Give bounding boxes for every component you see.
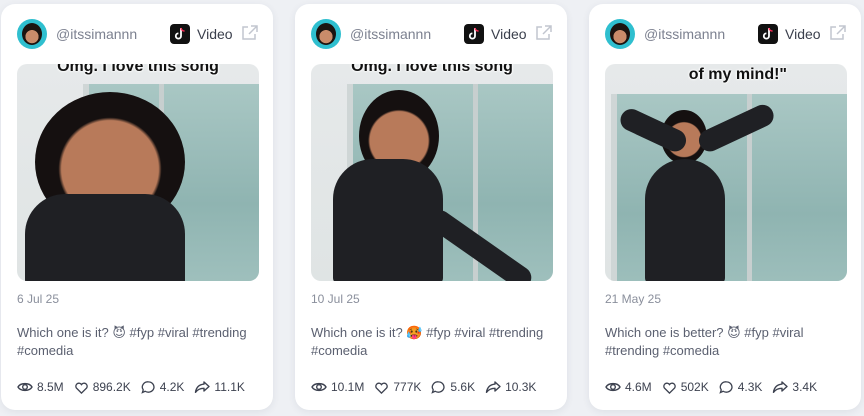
video-card[interactable]: @itssimannn Video Omg. I love this song … xyxy=(295,4,567,410)
comments-stat: 5.6K xyxy=(431,380,475,395)
platform-label: Video xyxy=(197,26,233,42)
tiktok-icon xyxy=(464,24,484,44)
post-date: 6 Jul 25 xyxy=(17,292,60,306)
heart-icon xyxy=(375,382,389,394)
comment-icon xyxy=(719,380,733,394)
post-date: 10 Jul 25 xyxy=(311,292,360,306)
likes-stat: 777K xyxy=(374,380,421,395)
eye-icon xyxy=(311,382,327,392)
eye-icon xyxy=(17,382,33,392)
likes-stat: 896.2K xyxy=(74,380,131,395)
stats-row: 4.6M 502K 4.3K 3.4K xyxy=(605,379,827,395)
username[interactable]: @itssimannn xyxy=(644,26,725,42)
post-date: 21 May 25 xyxy=(605,292,662,306)
avatar[interactable] xyxy=(605,19,635,49)
stats-row: 10.1M 777K 5.6K 10.3K xyxy=(311,379,546,395)
avatar[interactable] xyxy=(17,19,47,49)
stats-row: 8.5M 896.2K 4.2K 11.1K xyxy=(17,379,255,395)
tiktok-icon xyxy=(758,24,778,44)
views-stat: 8.5M xyxy=(17,379,64,395)
share-icon xyxy=(485,381,501,393)
post-description: Which one is better? 😈 #fyp #viral #tren… xyxy=(605,325,804,358)
comments-stat: 4.3K xyxy=(719,380,762,395)
username[interactable]: @itssimannn xyxy=(350,26,431,42)
avatar[interactable] xyxy=(311,19,341,49)
comments-stat: 4.2K xyxy=(141,380,184,395)
shares-stat: 3.4K xyxy=(772,379,817,395)
username[interactable]: @itssimannn xyxy=(56,26,137,42)
shares-stat: 10.3K xyxy=(485,379,536,395)
post-description: Which one is it? 😈 #fyp #viral #trending… xyxy=(17,325,247,358)
shares-stat: 11.1K xyxy=(194,379,245,395)
platform-label: Video xyxy=(785,26,821,42)
views-stat: 4.6M xyxy=(605,379,652,395)
heart-icon xyxy=(74,382,88,394)
external-link-icon[interactable] xyxy=(241,24,259,47)
post-description: Which one is it? 🥵 #fyp #viral #trending… xyxy=(311,325,544,358)
video-thumbnail[interactable]: Omg. I love this song xyxy=(17,64,259,281)
video-thumbnail[interactable]: Omg. I love this song xyxy=(311,64,553,281)
share-icon xyxy=(195,381,211,393)
video-card[interactable]: @itssimannn Video of my mind!" 21 May 25… xyxy=(589,4,861,410)
comment-icon xyxy=(431,380,445,394)
thumbnail-caption: Omg. I love this song xyxy=(351,64,513,75)
external-link-icon[interactable] xyxy=(535,24,553,47)
video-card[interactable]: @itssimannn Video Omg. I love this song … xyxy=(1,4,273,410)
eye-icon xyxy=(605,382,621,392)
share-icon xyxy=(773,381,789,393)
comment-icon xyxy=(141,380,155,394)
thumbnail-caption: of my mind!" xyxy=(688,66,787,83)
video-thumbnail[interactable]: of my mind!" xyxy=(605,64,847,281)
tiktok-icon xyxy=(170,24,190,44)
likes-stat: 502K xyxy=(662,380,709,395)
external-link-icon[interactable] xyxy=(829,24,847,47)
views-stat: 10.1M xyxy=(311,379,364,395)
heart-icon xyxy=(662,382,676,394)
thumbnail-caption: Omg. I love this song xyxy=(57,64,219,75)
platform-label: Video xyxy=(491,26,527,42)
